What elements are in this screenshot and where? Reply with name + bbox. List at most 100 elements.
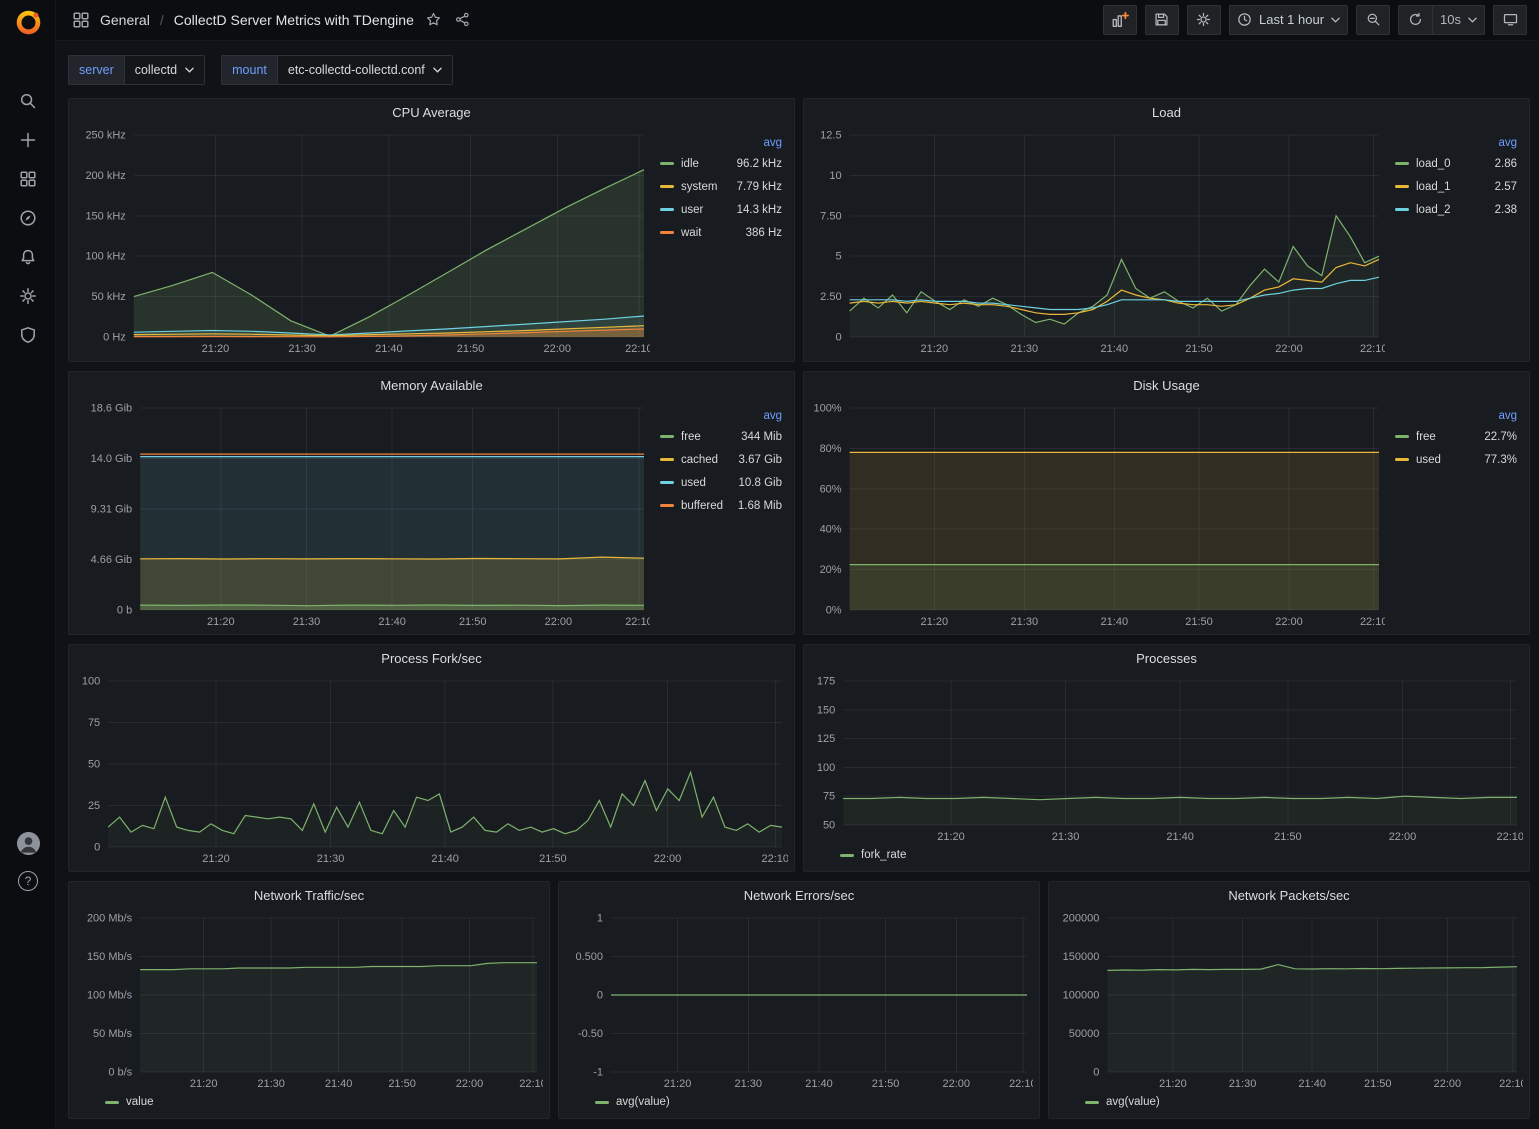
refresh-button[interactable]: [1398, 5, 1432, 35]
processes-chart[interactable]: 507510012515017521:2021:3021:4021:5022:0…: [812, 671, 1523, 845]
help-icon[interactable]: ?: [18, 871, 38, 891]
variable-mount-selected: etc-collectd-collectd.conf: [288, 63, 425, 77]
legend-item[interactable]: buffered1.68 Mib: [660, 494, 782, 517]
panel-title[interactable]: Process Fork/sec: [69, 645, 794, 671]
legend-item[interactable]: load_12.57: [1395, 175, 1517, 198]
memory-available-chart[interactable]: 0 b4.66 Gib9.31 Gib14.0 Gib18.6 Gib21:20…: [77, 398, 650, 630]
legend-item[interactable]: user14.3 kHz: [660, 198, 782, 221]
series-color-dash: [660, 435, 674, 438]
svg-text:2.50: 2.50: [820, 291, 841, 303]
panel-title[interactable]: Disk Usage: [804, 372, 1529, 398]
series-color-dash: [1395, 435, 1409, 438]
panel-title[interactable]: Network Errors/sec: [559, 882, 1039, 908]
svg-text:125: 125: [817, 733, 835, 745]
panel-title[interactable]: Load: [804, 99, 1529, 125]
legend-item[interactable]: load_02.86: [1395, 152, 1517, 175]
dashboard-settings-button[interactable]: [1187, 5, 1221, 35]
svg-text:80%: 80%: [820, 443, 842, 455]
svg-text:22:10: 22:10: [1499, 1078, 1523, 1090]
svg-text:100000: 100000: [1063, 990, 1100, 1002]
legend-item[interactable]: wait386 Hz: [660, 221, 782, 244]
alerting-bell-icon[interactable]: [10, 248, 46, 266]
svg-text:175: 175: [817, 676, 835, 688]
dashboard-row: Process Fork/sec 025507510021:2021:3021:…: [68, 644, 1530, 872]
dashboards-grid-icon[interactable]: [10, 170, 46, 188]
legend-item[interactable]: load_22.38: [1395, 198, 1517, 221]
create-plus-icon[interactable]: [10, 131, 46, 149]
svg-text:4.66 Gib: 4.66 Gib: [91, 554, 133, 566]
variable-mount-value[interactable]: etc-collectd-collectd.conf: [277, 55, 453, 85]
tv-mode-button[interactable]: [1493, 5, 1527, 35]
legend-item[interactable]: fork_rate: [840, 845, 906, 865]
series-avg-value: 96.2 kHz: [737, 158, 782, 170]
add-panel-button[interactable]: [1103, 5, 1137, 35]
svg-text:50: 50: [88, 759, 100, 771]
network-traffic-chart[interactable]: 0 b/s50 Mb/s100 Mb/s150 Mb/s200 Mb/s21:2…: [77, 908, 543, 1092]
svg-text:50: 50: [823, 820, 835, 832]
series-name: wait: [681, 227, 739, 239]
series-name: value: [126, 1096, 154, 1108]
legend-item[interactable]: idle96.2 kHz: [660, 152, 782, 175]
save-dashboard-button[interactable]: [1145, 5, 1179, 35]
search-icon[interactable]: [10, 92, 46, 110]
legend-item[interactable]: avg(value): [1085, 1092, 1160, 1112]
svg-text:21:50: 21:50: [457, 343, 485, 355]
variable-server-value[interactable]: collectd: [124, 55, 205, 85]
panel-title[interactable]: Network Traffic/sec: [69, 882, 549, 908]
series-name: fork_rate: [861, 849, 906, 861]
network-packets-chart[interactable]: 05000010000015000020000021:2021:3021:402…: [1057, 908, 1523, 1092]
svg-text:21:30: 21:30: [1011, 343, 1039, 355]
svg-text:21:50: 21:50: [1185, 616, 1213, 628]
svg-text:100: 100: [82, 676, 100, 688]
svg-text:22:00: 22:00: [545, 616, 573, 628]
time-range-picker[interactable]: Last 1 hour: [1229, 5, 1348, 35]
svg-text:150000: 150000: [1063, 951, 1100, 963]
share-icon[interactable]: [453, 10, 472, 29]
panel-network-traffic: Network Traffic/sec 0 b/s50 Mb/s100 Mb/s…: [68, 881, 550, 1119]
time-range-label: Last 1 hour: [1259, 12, 1324, 27]
user-avatar[interactable]: [17, 832, 40, 855]
legend-item[interactable]: value: [105, 1092, 154, 1112]
svg-text:21:40: 21:40: [1101, 616, 1129, 628]
series-name: avg(value): [1106, 1096, 1160, 1108]
series-name: load_1: [1416, 181, 1488, 193]
refresh-interval-picker[interactable]: 10s: [1432, 5, 1485, 35]
grafana-logo[interactable]: [0, 0, 56, 44]
server-admin-shield-icon[interactable]: [10, 326, 46, 344]
panel-disk-usage: Disk Usage 0%20%40%60%80%100%21:2021:302…: [803, 371, 1530, 635]
svg-text:100%: 100%: [813, 403, 841, 415]
legend-item[interactable]: free22.7%: [1395, 425, 1517, 448]
cpu-average-chart[interactable]: 0 Hz50 kHz100 kHz150 kHz200 kHz250 kHz21…: [77, 125, 650, 357]
series-color-dash: [1395, 458, 1409, 461]
legend-item[interactable]: free344 Mib: [660, 425, 782, 448]
breadcrumb-folder[interactable]: General: [100, 12, 150, 28]
disk-usage-chart[interactable]: 0%20%40%60%80%100%21:2021:3021:4021:5022…: [812, 398, 1385, 630]
legend-item[interactable]: avg(value): [595, 1092, 670, 1112]
panel-title[interactable]: Network Packets/sec: [1049, 882, 1529, 908]
panel-memory-available: Memory Available 0 b4.66 Gib9.31 Gib14.0…: [68, 371, 795, 635]
process-fork-chart[interactable]: 025507510021:2021:3021:4021:5022:0022:10: [77, 671, 788, 867]
legend-item[interactable]: used10.8 Gib: [660, 471, 782, 494]
zoom-out-button[interactable]: [1356, 5, 1390, 35]
panel-title[interactable]: CPU Average: [69, 99, 794, 125]
configuration-gear-icon[interactable]: [10, 287, 46, 305]
dashboard-row: Network Traffic/sec 0 b/s50 Mb/s100 Mb/s…: [68, 881, 1530, 1119]
svg-text:21:50: 21:50: [872, 1078, 900, 1090]
svg-text:22:10: 22:10: [1496, 831, 1523, 843]
explore-compass-icon[interactable]: [10, 209, 46, 227]
legend-avg-header: avg: [1395, 410, 1517, 422]
svg-text:22:10: 22:10: [761, 853, 788, 865]
svg-text:75: 75: [88, 717, 100, 729]
legend-item[interactable]: system7.79 kHz: [660, 175, 782, 198]
legend-item[interactable]: cached3.67 Gib: [660, 448, 782, 471]
svg-text:22:00: 22:00: [544, 343, 572, 355]
panel-title[interactable]: Memory Available: [69, 372, 794, 398]
load-chart[interactable]: 02.5057.501012.521:2021:3021:4021:5022:0…: [812, 125, 1385, 357]
dashboard-grid: CPU Average 0 Hz50 kHz100 kHz150 kHz200 …: [56, 90, 1539, 1129]
svg-text:21:20: 21:20: [937, 831, 965, 843]
legend-item[interactable]: used77.3%: [1395, 448, 1517, 471]
svg-text:5: 5: [835, 251, 841, 263]
network-errors-chart[interactable]: -1-0.5000.500121:2021:3021:4021:5022:002…: [567, 908, 1033, 1092]
star-icon[interactable]: [424, 10, 443, 29]
panel-title[interactable]: Processes: [804, 645, 1529, 671]
